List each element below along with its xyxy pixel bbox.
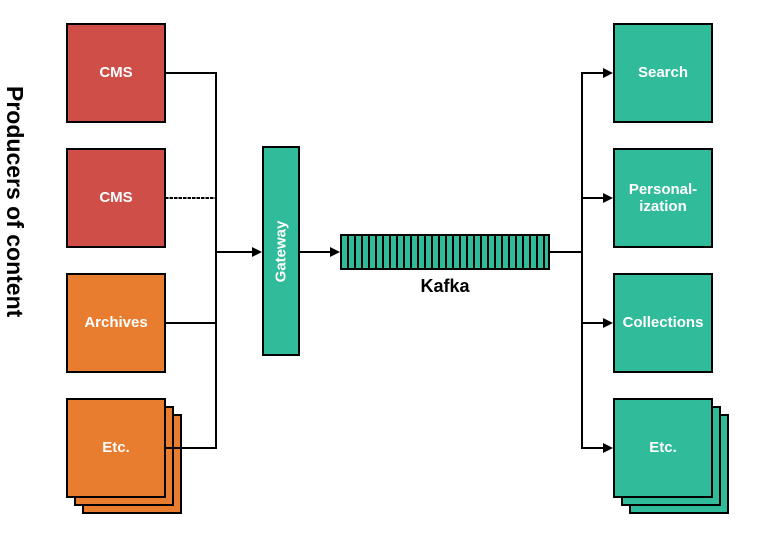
kafka-bar-icon <box>340 234 550 270</box>
producer-box: Archives <box>66 273 166 373</box>
producer-label: Archives <box>84 314 147 331</box>
consumer-box: Etc. <box>613 398 713 498</box>
producer-label: CMS <box>99 189 132 206</box>
consumer-box: Search <box>613 23 713 123</box>
consumer-label: Search <box>638 64 688 81</box>
diagram-canvas: Producers of content Consumers of conten… <box>0 0 768 533</box>
consumer-label: Etc. <box>649 439 677 456</box>
producer-box: CMS <box>66 148 166 248</box>
kafka-node: Kafka <box>340 234 550 297</box>
producer-box: Etc. <box>66 398 166 498</box>
producers-side-label: Producers of content <box>1 86 28 317</box>
consumer-box: Personal- ization <box>613 148 713 248</box>
producer-label: Etc. <box>102 439 130 456</box>
producer-box: CMS <box>66 23 166 123</box>
kafka-label: Kafka <box>340 276 550 297</box>
gateway-label: Gateway <box>273 220 290 282</box>
consumer-label: Personal- ization <box>629 181 697 216</box>
producer-label: CMS <box>99 64 132 81</box>
consumer-box: Collections <box>613 273 713 373</box>
gateway-node: Gateway <box>262 146 300 356</box>
consumer-label: Collections <box>623 314 704 331</box>
